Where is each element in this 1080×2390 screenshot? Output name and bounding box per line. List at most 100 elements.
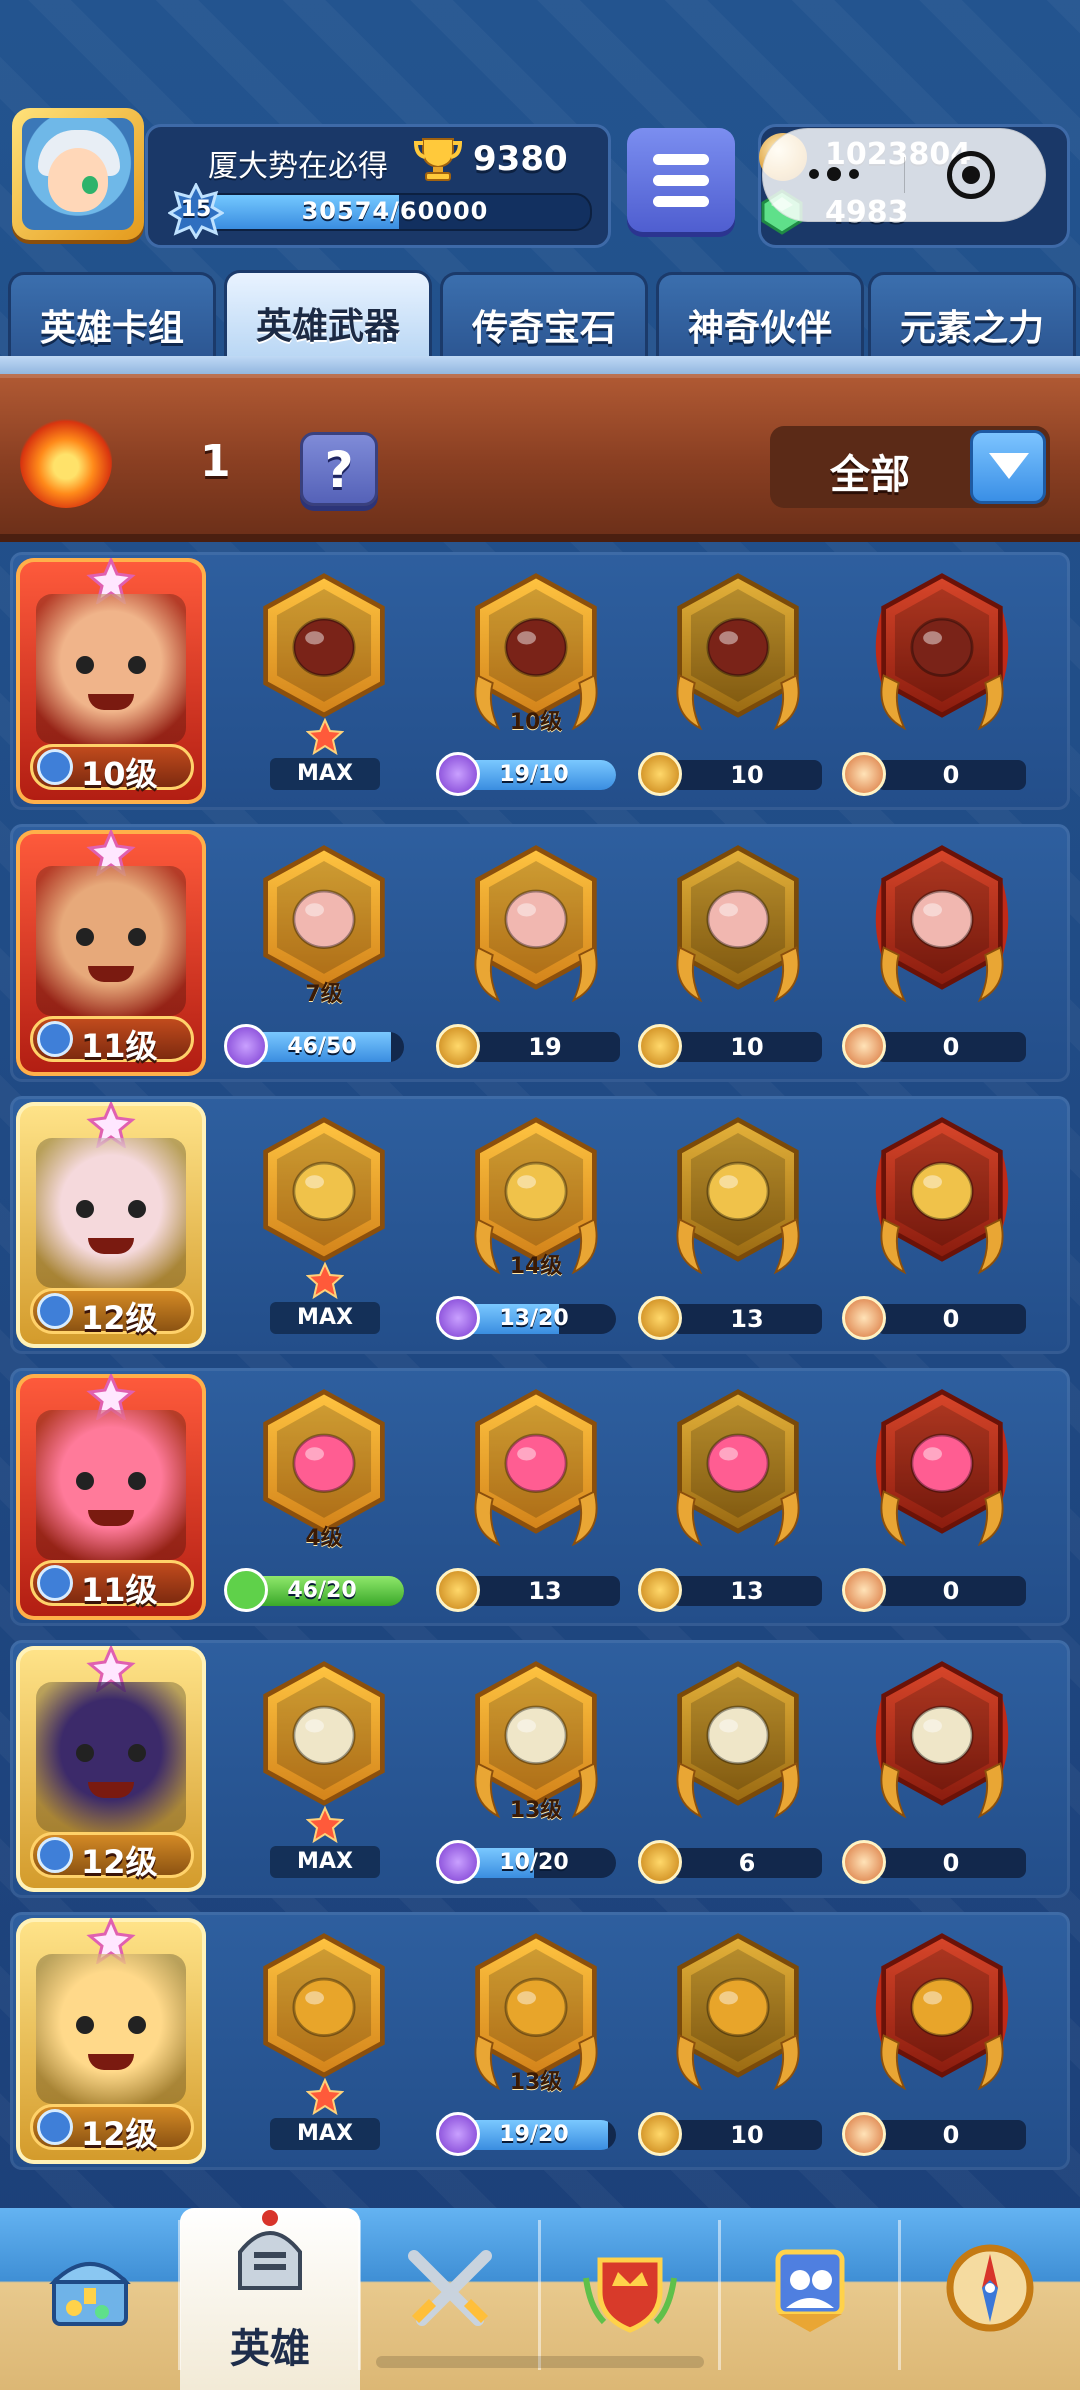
nav-item-treasure-chest[interactable] (0, 2208, 180, 2390)
home-indicator (376, 2356, 704, 2368)
weapon-slot[interactable]: MAX (224, 1922, 424, 2162)
hero-class-icon (37, 749, 73, 785)
dropdown-button[interactable] (970, 430, 1046, 504)
hero-class-icon (37, 1565, 73, 1601)
shard-icon (638, 1296, 682, 1340)
hero-card[interactable]: 11级 (16, 1374, 206, 1620)
filter-dropdown[interactable]: 全部 (770, 426, 1050, 508)
weapon-slot[interactable]: 7级 46/50 (224, 834, 424, 1074)
shard-count: 0 (876, 1576, 1026, 1606)
hero-class-icon (37, 1293, 73, 1329)
weapon-slot[interactable]: 13 (638, 1378, 838, 1618)
weapon-slot[interactable]: 13 (436, 1378, 636, 1618)
shard-icon (842, 1024, 886, 1068)
nav-item-compass[interactable] (900, 2208, 1080, 2390)
hero-level-text: 11级 (81, 1027, 158, 1065)
trophy-count: 9380 (473, 139, 568, 179)
weapon-slot[interactable]: 0 (842, 562, 1042, 802)
shard-count: 0 (876, 760, 1026, 790)
player-level-badge: 15 (167, 181, 225, 240)
tab-hero-deck[interactable]: 英雄卡组 (8, 272, 216, 358)
hero-level-text: 10级 (81, 755, 158, 793)
weapon-slot[interactable]: 13级 19/20 (436, 1922, 636, 2162)
shard-icon (638, 1840, 682, 1884)
hero-row: 12级 MAX (10, 1096, 1070, 1354)
weapon-level: 10级 (509, 710, 563, 735)
tab-hero-weapons[interactable]: 英雄武器 (224, 270, 432, 360)
weapon-slot[interactable]: 10 (638, 562, 838, 802)
weapon-slot[interactable]: 0 (842, 1106, 1042, 1346)
tab-legendary-gems[interactable]: 传奇宝石 (440, 272, 648, 358)
compass-icon (946, 2244, 1034, 2332)
nav-divider (358, 2220, 361, 2370)
nav-divider (718, 2220, 721, 2370)
hero-portrait (36, 1410, 186, 1560)
weapon-slot[interactable]: 6 (638, 1650, 838, 1890)
weapon-slot[interactable]: 0 (842, 1922, 1042, 2162)
hero-card[interactable]: 12级 (16, 1102, 206, 1348)
close-icon[interactable] (947, 151, 995, 199)
tab-bar: 英雄卡组 英雄武器 传奇宝石 神奇伙伴 元素之力 (0, 270, 1080, 362)
tab-elemental-power[interactable]: 元素之力 (868, 272, 1076, 358)
help-button[interactable]: ? (300, 432, 378, 506)
hero-level-badge: 11级 (30, 1560, 194, 1609)
weapon-slot[interactable]: 10级 19/10 (436, 562, 636, 802)
hero-class-icon (37, 1837, 73, 1873)
shard-icon (224, 1024, 268, 1068)
star-icon (306, 718, 344, 756)
shard-count: 19 (470, 1032, 620, 1062)
weapon-slot[interactable]: 0 (842, 1378, 1042, 1618)
nav-item-knight-helmet[interactable]: 英雄 (180, 2208, 360, 2390)
hero-level-text: 12级 (81, 1843, 158, 1881)
weapon-slot[interactable]: MAX (224, 1650, 424, 1890)
hero-level-badge: 12级 (30, 1288, 194, 1337)
treasure-chest-icon (49, 2262, 131, 2326)
shard-count: 13 (470, 1576, 620, 1606)
shard-count: 10 (672, 760, 822, 790)
upgrade-arrow-icon (224, 1568, 268, 1612)
mini-program-capsule (762, 128, 1046, 222)
nav-item-guild-banner[interactable] (720, 2208, 900, 2390)
weapon-level: 13级 (509, 2070, 563, 2095)
tab-magic-partners[interactable]: 神奇伙伴 (656, 272, 864, 358)
weapon-slot[interactable]: 4级 46/20 (224, 1378, 424, 1618)
weapon-slot[interactable]: MAX (224, 562, 424, 802)
weapon-level: 4级 (305, 1526, 343, 1551)
player-avatar[interactable] (12, 108, 144, 240)
weapon-slot[interactable]: 0 (842, 1650, 1042, 1890)
weapon-slot[interactable]: 14级 13/20 (436, 1106, 636, 1346)
weapon-slot[interactable]: 19 (436, 834, 636, 1074)
hero-row: 11级 7级 46/50 19 10 0 (10, 824, 1070, 1082)
shard-icon (436, 1840, 480, 1884)
hero-card[interactable]: 10级 (16, 558, 206, 804)
weapon-level: 7级 (305, 982, 343, 1007)
shard-icon (842, 1296, 886, 1340)
hero-portrait (36, 1138, 186, 1288)
hero-card[interactable]: 12级 (16, 1918, 206, 2164)
menu-button[interactable] (627, 128, 735, 232)
shard-icon (436, 2112, 480, 2156)
shard-icon (842, 2112, 886, 2156)
weapon-slot[interactable]: 13 (638, 1106, 838, 1346)
hero-level-text: 12级 (81, 2115, 158, 2153)
more-icon[interactable] (803, 159, 883, 189)
weapon-slot[interactable]: 13级 10/20 (436, 1650, 636, 1890)
nav-divider (898, 2220, 901, 2370)
weapon-level: 14级 (509, 1254, 563, 1279)
filter-bar: 1 ? 全部 (0, 374, 1080, 534)
weapon-slot[interactable]: MAX (224, 1106, 424, 1346)
max-label: MAX (270, 1302, 380, 1334)
hero-card[interactable]: 12级 (16, 1646, 206, 1892)
weapon-slot[interactable]: 10 (638, 834, 838, 1074)
shard-icon (842, 752, 886, 796)
avatar-image (22, 118, 134, 230)
hero-level-text: 12级 (81, 1299, 158, 1337)
hero-class-icon (37, 2109, 73, 2145)
max-label: MAX (270, 1846, 380, 1878)
hero-level-badge: 12级 (30, 2104, 194, 2153)
weapon-slot[interactable]: 0 (842, 834, 1042, 1074)
xp-bar: 30574/60000 (198, 193, 592, 231)
hero-card[interactable]: 11级 (16, 830, 206, 1076)
crossed-swords-icon (408, 2250, 492, 2326)
weapon-slot[interactable]: 10 (638, 1922, 838, 2162)
